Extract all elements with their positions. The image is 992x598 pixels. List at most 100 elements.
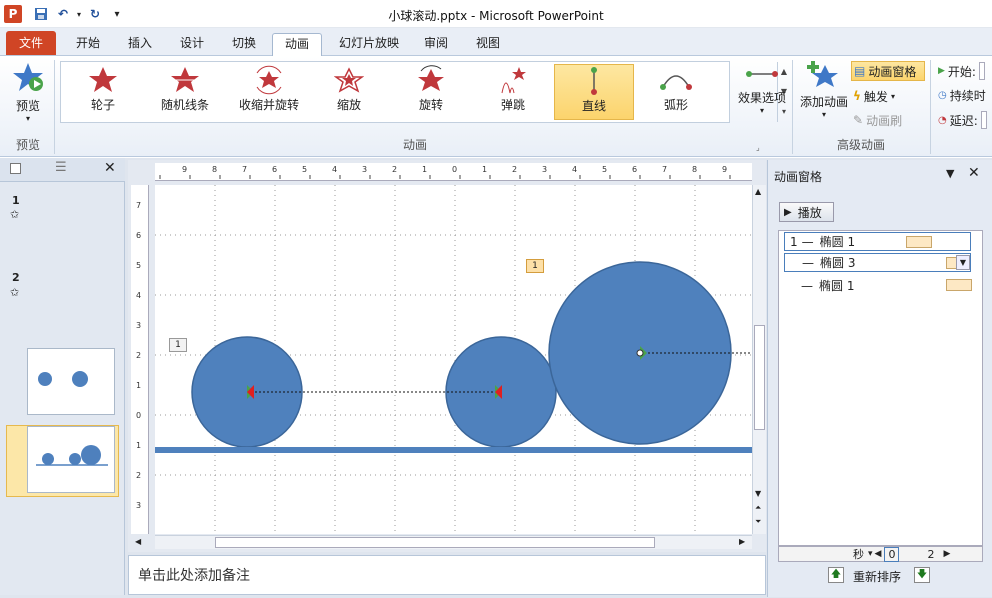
tab-file[interactable]: 文件 [6,31,56,55]
slides-tab-icon[interactable] [10,163,21,174]
anim-arcs-button[interactable]: 弧形 [636,64,716,120]
anim-shrink-turn-button[interactable]: 收缩并旋转 [227,64,311,120]
notes-pane[interactable]: 单击此处添加备注 [128,555,766,595]
tab-review[interactable]: 审阅 [416,33,456,55]
slide-content [155,185,752,534]
anim-wheel-button[interactable]: 轮子 [63,64,143,120]
animation-tag[interactable]: 1 [526,259,544,273]
preview-group-label: 预览 [15,138,40,152]
ruler-number: 2 [136,351,142,360]
anim-zoom-button[interactable]: 缩放 [309,64,389,120]
trigger-button[interactable]: ϟ 触发 ▾ [853,86,895,106]
add-animation-icon [807,61,838,87]
horizontal-scrollbar[interactable]: ◀ ▶ [135,535,752,549]
anim-lines-button[interactable]: 直线 [554,64,634,120]
animation-item-selected[interactable]: — 椭圆 3 ▼ [784,253,971,272]
scroll-up-icon[interactable]: ▲ [755,187,761,196]
next-slide-icon[interactable]: ⏷ [755,517,761,527]
tab-view[interactable]: 视图 [468,33,508,55]
tab-design[interactable]: 设计 [172,33,212,55]
animation-pane-button[interactable]: ▤ 动画窗格 [851,61,925,81]
timeline-tick: 2 [927,547,935,561]
ruler-number: 6 [632,165,638,174]
pane-options-icon[interactable]: ▼ [946,167,954,180]
ruler-number: 8 [692,165,698,174]
animation-gallery: 轮子 随机线条 收缩并旋转 缩放 旋转 弹跳 直线 弧形 ▲ ▼ ▾ [60,61,787,123]
move-up-icon[interactable]: 🡅 [828,567,844,583]
add-animation-label: 添加动画 [799,95,848,109]
ruler-number: 3 [136,501,142,510]
slide-thumbnail-2[interactable] [27,426,115,493]
path-handle[interactable] [636,349,644,357]
scroll-right-icon[interactable]: ▶ [739,537,745,546]
item-name: 椭圆 3 [820,256,856,270]
play-button[interactable]: ▶ 播放 [779,202,834,222]
star-icon [418,65,444,91]
start-label-row: ▶ 开始: [938,61,985,81]
close-icon[interactable]: ✕ [968,165,980,181]
anim-bounce-button[interactable]: 弹跳 [473,64,553,120]
previous-slide-icon[interactable]: ⏶ [755,503,761,513]
move-down-icon[interactable]: 🡇 [914,567,930,583]
add-animation-button[interactable]: 添加动画 ▾ [797,60,851,130]
line-icon: — [801,234,814,249]
anim-spin-button[interactable]: 旋转 [391,64,471,120]
ruler-number: 2 [392,165,398,174]
tab-transitions[interactable]: 切换 [224,33,264,55]
anim-label: 直线 [581,99,606,113]
reorder-label: 重新排序 [853,570,902,584]
tab-animations[interactable]: 动画 [272,33,322,56]
clock-icon: ◷ [938,89,947,101]
slide-thumbnail-1[interactable] [27,348,115,415]
outline-tab-icon[interactable]: ☰ [55,160,67,175]
ribbon: 预览 ▾ 预览 轮子 随机线条 收缩并旋转 缩放 旋转 弹跳 直线 弧形 ▲ ▼… [0,56,992,157]
trigger-label: 触发 [863,89,888,104]
animation-tag[interactable]: 1 [169,338,187,352]
scroll-thumb[interactable] [754,325,765,430]
tab-home[interactable]: 开始 [68,33,108,55]
preview-button[interactable]: 预览 ▾ [8,60,48,130]
duration-label-row: ◷ 持续时 [938,85,986,105]
ruler-number: 1 [482,165,488,174]
line-icon: — [802,255,814,270]
ruler-number: 5 [302,165,308,174]
close-pane-icon[interactable]: ✕ [104,160,116,176]
effect-options-button[interactable]: 效果选项 ▾ [736,62,788,132]
timeline-dropdown-icon[interactable]: ▾ [868,549,873,559]
preview-label: 预览 [15,99,40,113]
ruler-number: 6 [272,165,278,174]
ruler-number: 1 [136,381,142,390]
ruler-number: 9 [722,165,728,174]
vertical-scrollbar[interactable]: ▲ ▼ ⏶ ⏷ [752,185,766,534]
animation-painter-button[interactable]: ✎ 动画刷 [853,110,902,130]
slide-canvas[interactable]: 1 1 [155,185,752,534]
tab-slideshow[interactable]: 幻灯片放映 [334,33,404,55]
timing-bar [946,279,972,291]
start-dropdown[interactable] [978,62,985,80]
star-icon [171,67,199,92]
animation-item[interactable]: 1 — 椭圆 1 [784,232,971,251]
ruler-number: 4 [136,291,142,300]
ruler-number: 0 [136,411,142,420]
item-dropdown-icon[interactable]: ▼ [956,255,970,270]
line-icon: — [801,278,813,293]
timeline-left-icon[interactable]: ◀ [875,549,882,559]
timeline-right-icon[interactable]: ▶ [943,549,950,559]
animation-pane-icon: ▤ [854,64,866,78]
tab-insert[interactable]: 插入 [120,33,160,55]
animation-item[interactable]: — 椭圆 1 [784,276,972,295]
ground-line [155,447,752,453]
anim-label: 旋转 [418,98,443,112]
dialog-launcher-icon[interactable]: ⌟ [756,143,760,152]
horizontal-ruler: 9 8 7 6 5 4 3 2 1 0 1 2 3 4 5 6 7 8 9 [155,163,752,181]
scroll-left-icon[interactable]: ◀ [135,537,141,546]
duration-label: 持续时 [949,88,986,103]
delay-input[interactable] [980,111,987,129]
delay-label: 延迟: [949,113,978,128]
scroll-thumb[interactable] [215,537,655,548]
ruler-number: 6 [136,231,142,240]
scroll-down-icon[interactable]: ▼ [755,489,761,498]
anim-random-bars-button[interactable]: 随机线条 [145,64,225,120]
separator [792,60,793,154]
separator [930,60,931,154]
